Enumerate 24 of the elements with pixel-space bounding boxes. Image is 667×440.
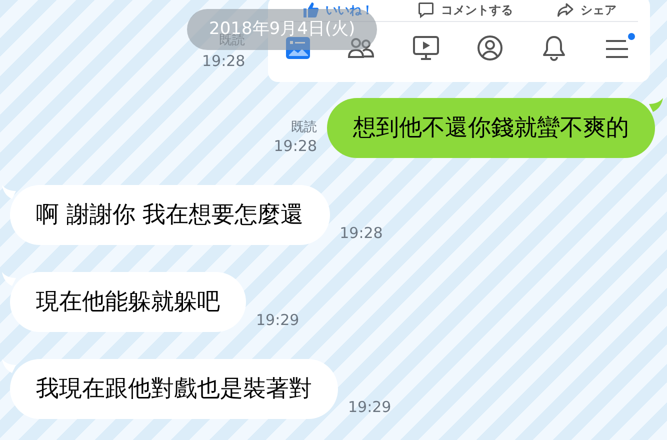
profile-icon[interactable] [477, 35, 504, 61]
video-monitor-icon[interactable] [412, 36, 439, 60]
message-bubble: 啊 謝謝你 我在想要怎麼還 [10, 185, 330, 245]
read-receipt: 既読 [219, 33, 246, 49]
bubble-tail [649, 98, 663, 112]
comment-button[interactable]: コメントする [416, 0, 513, 18]
thumbs-up-icon [302, 0, 320, 18]
bubble-tail [2, 185, 16, 199]
message-time: 19:29 [348, 397, 392, 417]
friends-icon[interactable] [348, 37, 374, 59]
message-time: 19:28 [274, 136, 317, 156]
message-time: 19:28 [202, 51, 246, 71]
bubble-tail [2, 359, 16, 373]
message-bubble: 我現在跟他對戲也是裝著對 [10, 359, 338, 419]
read-receipt: 既読 [291, 120, 317, 136]
bell-icon[interactable] [542, 35, 566, 61]
speech-bubble-icon [416, 0, 435, 18]
message-time: 19:29 [256, 310, 300, 330]
share-arrow-icon [556, 0, 574, 18]
share-button[interactable]: シェア [556, 0, 616, 18]
bubble-tail [2, 272, 16, 286]
message-bubble: 想到他不還你錢就蠻不爽的 [327, 98, 655, 158]
message-bubble: 現在他能躲就躲吧 [10, 272, 246, 332]
message-time: 19:28 [340, 223, 383, 243]
